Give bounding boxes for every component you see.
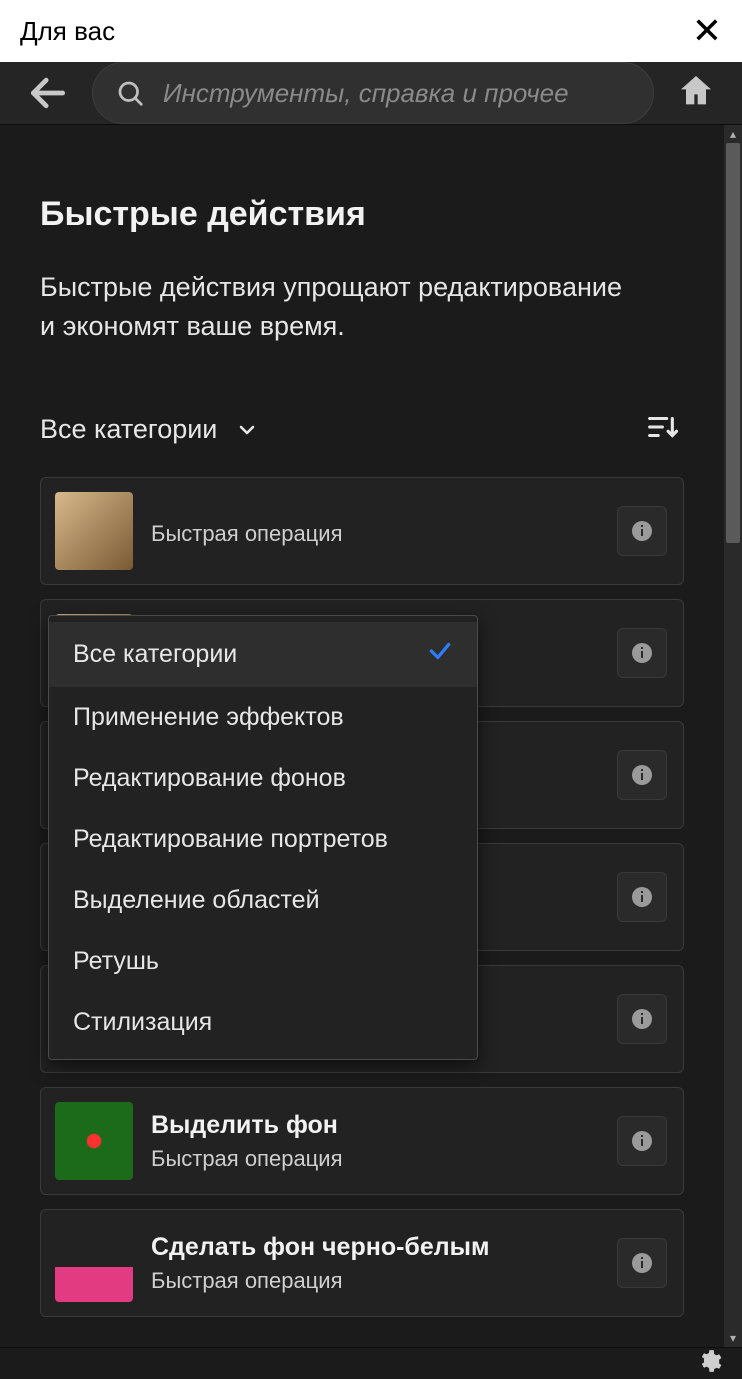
window-titlebar: Для вас ✕ [0, 0, 742, 62]
check-icon [427, 638, 453, 671]
home-icon [676, 71, 716, 111]
info-button[interactable] [617, 628, 667, 678]
page-heading: Быстрые действия [40, 195, 684, 234]
action-text: Быстрая операция [151, 515, 599, 547]
gear-icon [696, 1348, 722, 1374]
dropdown-option[interactable]: Стилизация [49, 992, 477, 1053]
info-icon [630, 1251, 654, 1275]
dropdown-option[interactable]: Редактирование фонов [49, 748, 477, 809]
back-button[interactable] [26, 71, 70, 115]
action-thumbnail [55, 492, 133, 570]
info-icon [630, 885, 654, 909]
search-input[interactable] [163, 78, 631, 109]
window-title: Для вас [20, 16, 115, 47]
dropdown-option-label: Ретушь [73, 947, 159, 976]
dropdown-option[interactable]: Применение эффектов [49, 687, 477, 748]
dropdown-option-label: Применение эффектов [73, 703, 344, 732]
app-frame: Быстрые действия Быстрые действия упроща… [0, 62, 742, 1366]
quick-action-card[interactable]: Выделить фон Быстрая операция [40, 1087, 684, 1195]
action-subtitle: Быстрая операция [151, 1268, 599, 1294]
page-description: Быстрые действия упрощают редактирование… [40, 268, 640, 346]
home-button[interactable] [676, 71, 716, 116]
dropdown-option-label: Редактирование портретов [73, 825, 388, 854]
dropdown-option-label: Стилизация [73, 1008, 212, 1037]
dropdown-option[interactable]: Ретушь [49, 931, 477, 992]
scroll-down-icon[interactable]: ▾ [730, 1329, 736, 1347]
search-field[interactable] [92, 62, 654, 124]
action-title: Сделать фон черно-белым [151, 1233, 599, 1262]
info-icon [630, 519, 654, 543]
category-dropdown-trigger[interactable]: Все категории [40, 414, 259, 445]
action-subtitle: Быстрая операция [151, 521, 599, 547]
scrollbar-thumb[interactable] [726, 143, 740, 543]
quick-action-card[interactable]: Сделать фон черно-белым Быстрая операция [40, 1209, 684, 1317]
category-dropdown-label: Все категории [40, 414, 217, 445]
info-button[interactable] [617, 1116, 667, 1166]
scrollbar-track[interactable] [724, 143, 742, 1329]
dropdown-option[interactable]: Выделение областей [49, 870, 477, 931]
info-button[interactable] [617, 1238, 667, 1288]
dropdown-option[interactable]: Редактирование портретов [49, 809, 477, 870]
info-icon [630, 1007, 654, 1031]
dropdown-option[interactable]: Все категории [49, 622, 477, 687]
info-icon [630, 1129, 654, 1153]
action-subtitle: Быстрая операция [151, 1146, 599, 1172]
footer [0, 1347, 742, 1379]
info-button[interactable] [617, 872, 667, 922]
quick-action-card[interactable]: Быстрая операция [40, 477, 684, 585]
action-text: Выделить фон Быстрая операция [151, 1111, 599, 1172]
content-wrap: Быстрые действия Быстрые действия упроща… [0, 125, 742, 1347]
action-title: Выделить фон [151, 1111, 599, 1140]
toolbar [0, 62, 742, 125]
content-area: Быстрые действия Быстрые действия упроща… [0, 125, 724, 1347]
filter-row: Все категории [40, 410, 684, 449]
dropdown-option-label: Выделение областей [73, 886, 320, 915]
close-icon[interactable]: ✕ [692, 13, 722, 49]
info-icon [630, 641, 654, 665]
sort-button[interactable] [644, 410, 678, 449]
action-thumbnail [55, 1224, 133, 1302]
info-button[interactable] [617, 506, 667, 556]
category-dropdown-menu: Все категории Применение эффектов Редакт… [48, 615, 478, 1060]
search-icon [115, 78, 145, 108]
dropdown-option-label: Редактирование фонов [73, 764, 346, 793]
settings-button[interactable] [696, 1348, 722, 1379]
sort-icon [644, 410, 678, 444]
arrow-left-icon [26, 71, 70, 115]
info-icon [630, 763, 654, 787]
action-text: Сделать фон черно-белым Быстрая операция [151, 1233, 599, 1294]
dropdown-option-label: Все категории [73, 640, 237, 669]
info-button[interactable] [617, 994, 667, 1044]
action-thumbnail [55, 1102, 133, 1180]
chevron-down-icon [235, 418, 259, 442]
vertical-scrollbar[interactable]: ▴ ▾ [724, 125, 742, 1347]
info-button[interactable] [617, 750, 667, 800]
scroll-up-icon[interactable]: ▴ [730, 125, 736, 143]
